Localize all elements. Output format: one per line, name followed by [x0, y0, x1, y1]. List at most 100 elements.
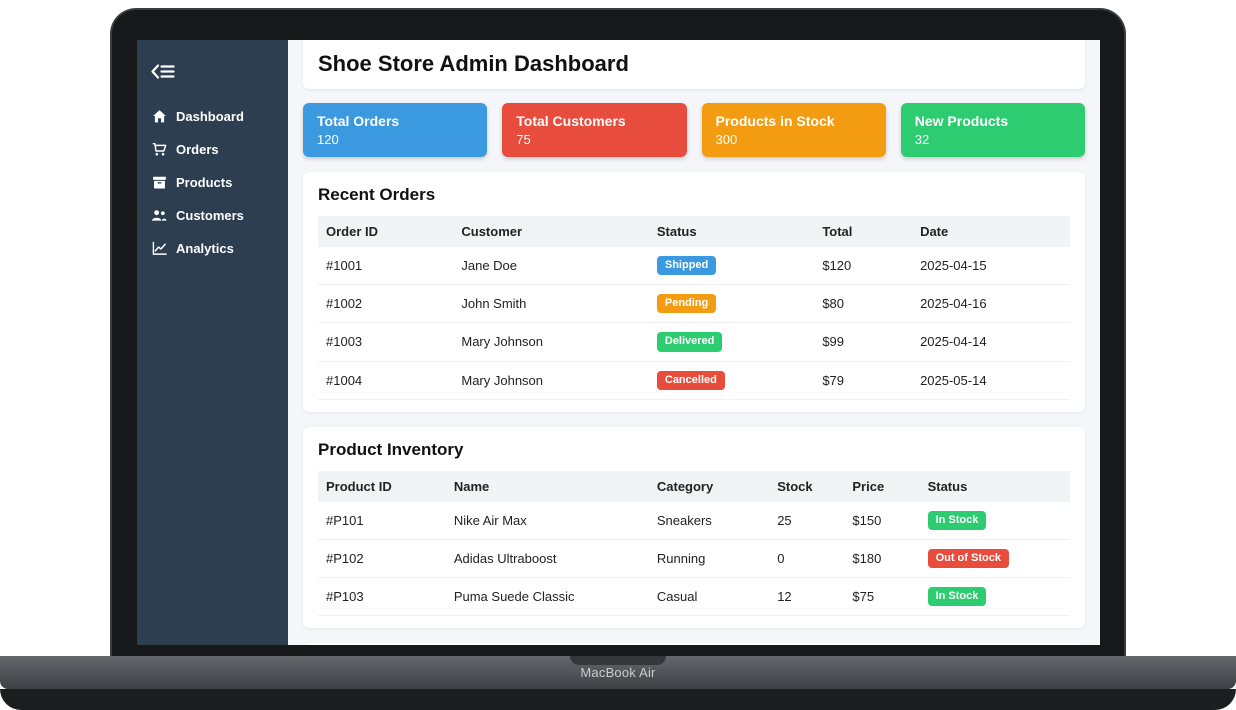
column-header: Order ID — [318, 216, 454, 247]
total-cell: $99 — [814, 322, 913, 362]
stat-card-new-products: New Products 32 — [900, 103, 1085, 157]
column-header: Customer — [453, 216, 649, 247]
box-icon — [151, 175, 167, 190]
recent-orders-table: Order ID Customer Status Total Date #100… — [318, 216, 1070, 400]
name-cell: Puma Suede Classic — [445, 577, 649, 617]
status-badge: Cancelled — [656, 370, 725, 390]
customer-cell: John Smith — [453, 284, 649, 324]
table-header-row: Product ID Name Category Stock Price Sta… — [318, 470, 1070, 502]
status-cell: Pending — [648, 284, 815, 324]
laptop-hinge-notch — [570, 656, 666, 665]
status-cell: In Stock — [919, 577, 1070, 617]
status-badge: In Stock — [927, 510, 987, 530]
column-header: Product ID — [318, 470, 446, 502]
order-id-cell: #1002 — [318, 284, 454, 324]
sidebar-item-label: Dashboard — [176, 109, 244, 124]
status-cell: Out of Stock — [919, 539, 1070, 579]
stat-value: 120 — [317, 132, 339, 147]
stat-card-total-orders: Total Orders 120 — [303, 103, 488, 157]
add-new-product-panel: Add New Product — [303, 643, 1085, 645]
sidebar-collapse-button[interactable] — [137, 56, 288, 100]
column-header: Status — [919, 470, 1070, 502]
device-label: MacBook Air — [580, 665, 656, 680]
column-header: Price — [844, 470, 920, 502]
stats-row: Total Orders 120 Total Customers 75 Prod… — [303, 103, 1085, 157]
table-row: #1003 Mary Johnson Delivered $99 2025-04… — [318, 322, 1070, 362]
price-cell: $180 — [844, 539, 920, 579]
screen: Dashboard Orders Products Customers Anal — [137, 40, 1100, 645]
total-cell: $79 — [814, 361, 913, 400]
column-header: Status — [648, 216, 815, 247]
order-id-cell: #1001 — [318, 247, 454, 286]
total-cell: $120 — [814, 247, 913, 286]
status-cell: Shipped — [648, 247, 815, 286]
sidebar: Dashboard Orders Products Customers Anal — [137, 40, 288, 645]
stat-label: Total Orders — [317, 113, 400, 129]
stock-cell: 0 — [769, 539, 845, 579]
stat-label: New Products — [914, 113, 1009, 129]
sidebar-item-label: Customers — [176, 208, 244, 223]
stock-cell: 12 — [769, 577, 845, 617]
table-row: #P101 Nike Air Max Sneakers 25 $150 In S… — [318, 501, 1070, 540]
customer-cell: Mary Johnson — [453, 322, 649, 362]
table-row: #1001 Jane Doe Shipped $120 2025-04-15 — [318, 247, 1070, 286]
cart-icon — [151, 142, 167, 157]
product-id-cell: #P103 — [318, 577, 446, 617]
laptop-bottom-edge — [0, 689, 1236, 710]
status-cell: Cancelled — [648, 361, 815, 400]
laptop-base: MacBook Air — [0, 656, 1236, 689]
order-id-cell: #1003 — [318, 322, 454, 362]
sidebar-item-label: Products — [176, 175, 233, 190]
category-cell: Sneakers — [648, 501, 770, 540]
stat-card-total-customers: Total Customers 75 — [502, 103, 687, 157]
order-id-cell: #1004 — [318, 361, 454, 400]
users-icon — [151, 208, 167, 223]
table-header-row: Order ID Customer Status Total Date — [318, 216, 1070, 247]
date-cell: 2025-04-16 — [912, 284, 1070, 324]
status-badge: Out of Stock — [927, 548, 1009, 569]
product-inventory-title: Product Inventory — [318, 439, 464, 459]
column-header: Date — [912, 216, 1070, 247]
column-header: Category — [648, 470, 770, 502]
stat-label: Products in Stock — [715, 113, 835, 129]
main-content: Shoe Store Admin Dashboard Total Orders … — [288, 40, 1100, 645]
status-cell: In Stock — [919, 501, 1070, 540]
page-header: Shoe Store Admin Dashboard — [303, 40, 1085, 89]
table-row: #1004 Mary Johnson Cancelled $79 2025-05… — [318, 361, 1070, 400]
name-cell: Adidas Ultraboost — [445, 539, 649, 579]
product-inventory-table: Product ID Name Category Stock Price Sta… — [318, 470, 1070, 617]
customer-cell: Mary Johnson — [453, 361, 649, 400]
sidebar-item-products[interactable]: Products — [137, 166, 288, 199]
column-header: Name — [445, 470, 649, 502]
status-badge: Shipped — [656, 256, 717, 276]
date-cell: 2025-05-14 — [912, 361, 1070, 400]
sidebar-item-analytics[interactable]: Analytics — [137, 232, 288, 265]
chart-line-icon — [151, 241, 167, 256]
sidebar-item-dashboard[interactable]: Dashboard — [137, 100, 288, 133]
sidebar-item-customers[interactable]: Customers — [137, 199, 288, 232]
stat-value: 32 — [914, 132, 930, 147]
column-header: Total — [814, 216, 913, 247]
category-cell: Running — [648, 539, 770, 579]
date-cell: 2025-04-15 — [912, 247, 1070, 286]
category-cell: Casual — [648, 577, 770, 617]
table-row: #P103 Puma Suede Classic Casual 12 $75 I… — [318, 577, 1070, 617]
stat-label: Total Customers — [516, 113, 626, 129]
name-cell: Nike Air Max — [445, 501, 649, 540]
sidebar-item-label: Analytics — [176, 241, 234, 256]
page-title: Shoe Store Admin Dashboard — [318, 51, 629, 76]
sidebar-item-orders[interactable]: Orders — [137, 133, 288, 166]
status-cell: Delivered — [648, 322, 815, 362]
sidebar-item-label: Orders — [176, 142, 219, 157]
product-id-cell: #P102 — [318, 539, 446, 579]
date-cell: 2025-04-14 — [912, 322, 1070, 362]
status-badge: In Stock — [927, 587, 987, 607]
status-badge: Delivered — [656, 332, 723, 352]
product-inventory-panel: Product Inventory Product ID Name Catego… — [303, 426, 1085, 629]
recent-orders-panel: Recent Orders Order ID Customer Status T… — [303, 172, 1085, 412]
total-cell: $80 — [814, 284, 913, 324]
home-icon — [151, 109, 167, 124]
status-badge: Pending — [656, 294, 717, 314]
price-cell: $75 — [844, 577, 920, 617]
customer-cell: Jane Doe — [453, 247, 649, 286]
